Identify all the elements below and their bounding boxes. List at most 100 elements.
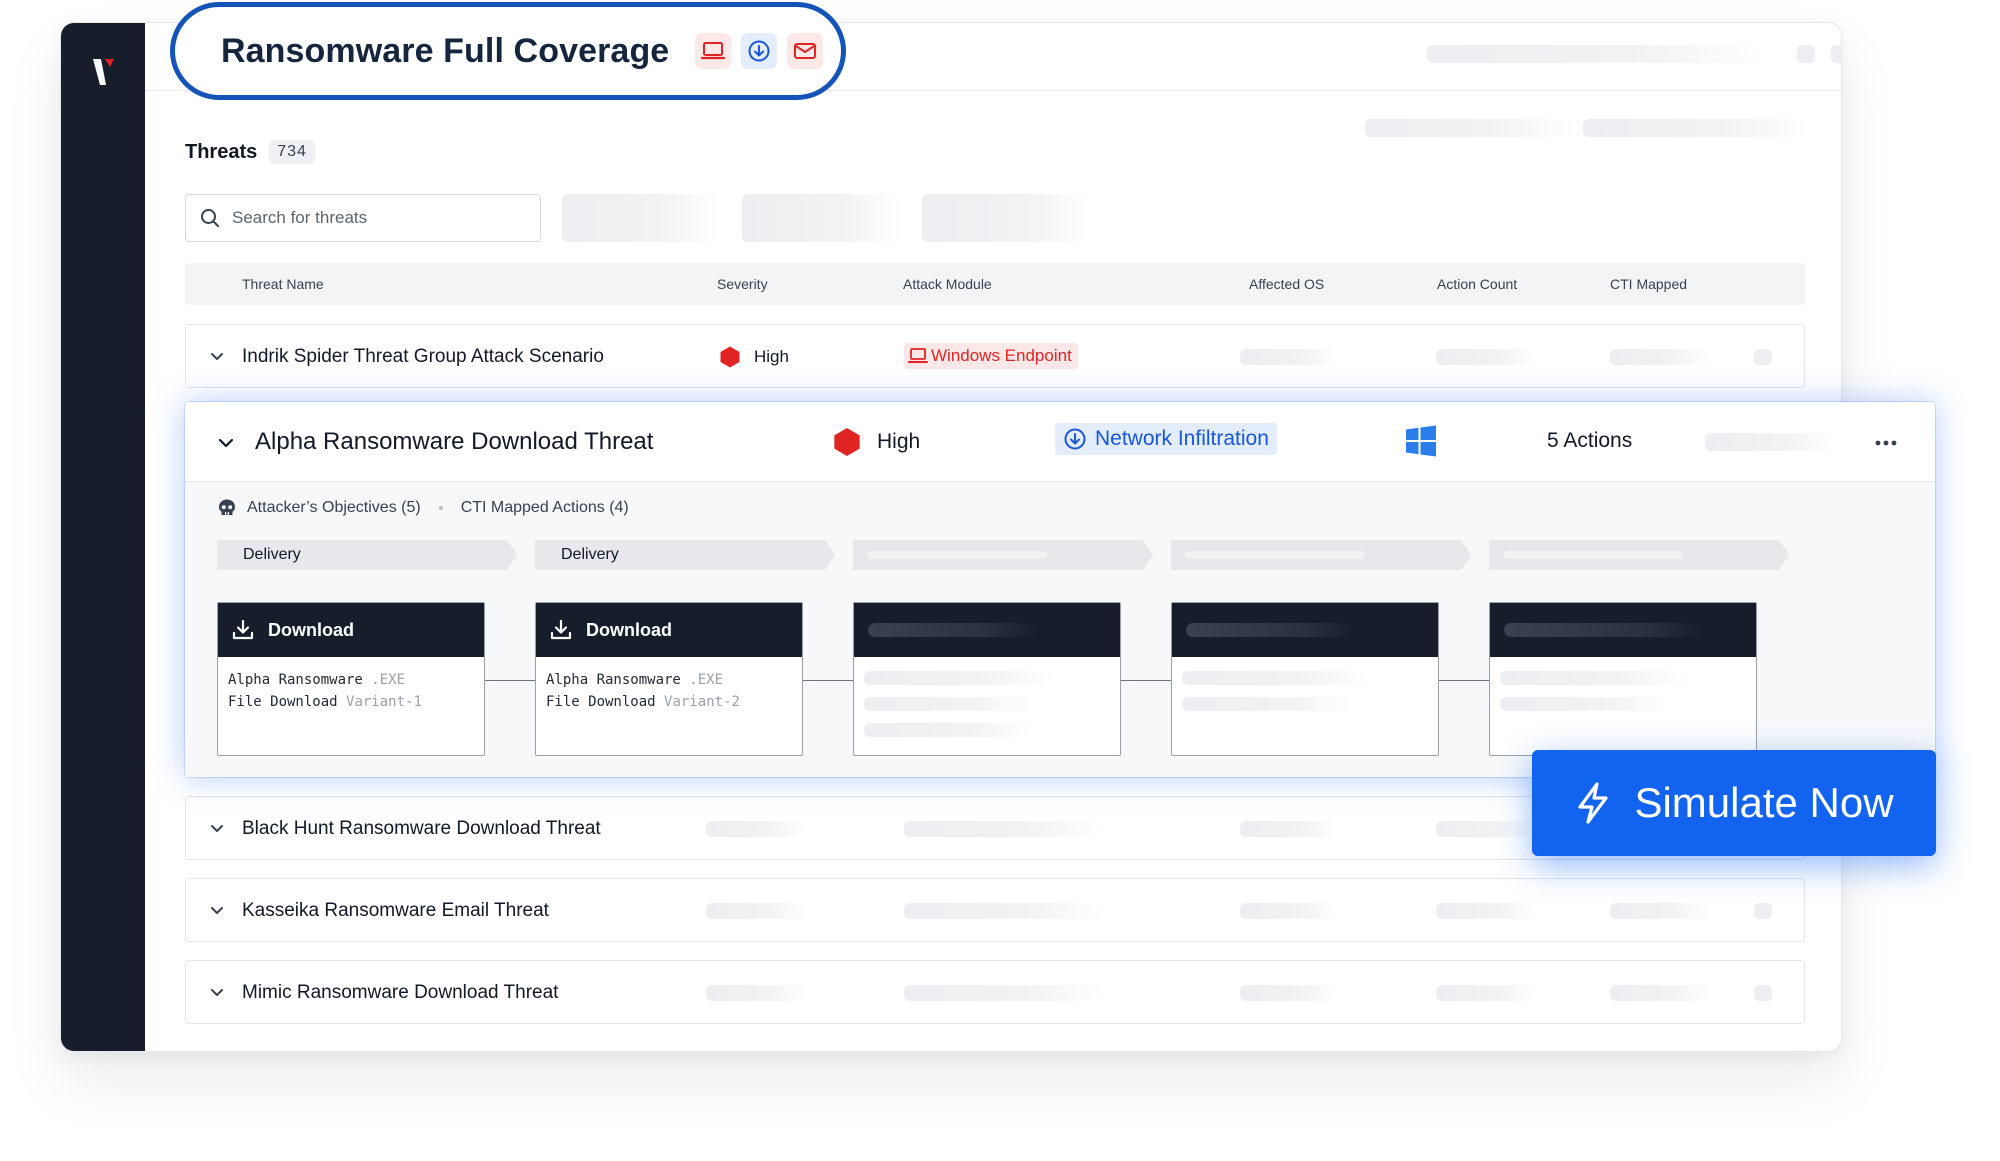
- affected-os-placeholder: [1240, 985, 1340, 1001]
- topbar-placeholder-icon: [1831, 45, 1841, 63]
- filter-dropdown-placeholder[interactable]: [562, 194, 722, 242]
- table-row[interactable]: Mimic Ransomware Download Threat: [185, 960, 1805, 1024]
- header-skeleton: [868, 623, 1038, 637]
- attack-module-label: Network Infiltration: [1095, 427, 1269, 450]
- download-icon: [232, 619, 254, 640]
- attackers-objectives-link[interactable]: Attacker’s Objectives (5): [247, 499, 421, 517]
- skull-icon: [219, 499, 235, 515]
- threat-name: Alpha Ransomware Download Threat: [255, 428, 654, 455]
- topbar-placeholder-icon: [1797, 45, 1815, 63]
- threat-name: Kasseika Ransomware Email Threat: [242, 900, 549, 921]
- attack-module-placeholder: [904, 985, 1104, 1001]
- sidebar: [61, 23, 145, 1051]
- action-count: 5 Actions: [1547, 429, 1633, 452]
- body-skeleton: [854, 657, 1120, 751]
- column-header-severity[interactable]: Severity: [717, 276, 768, 292]
- coverage-title-pill: Ransomware Full Coverage: [170, 2, 846, 100]
- more-options-icon[interactable]: [1875, 440, 1897, 446]
- header-skeleton: [1186, 623, 1356, 637]
- cti-mapped-placeholder: [1610, 985, 1710, 1001]
- chevron-down-icon[interactable]: [208, 819, 226, 837]
- severity-placeholder: [706, 903, 806, 919]
- stage-arrow-shape: [1489, 540, 1789, 570]
- action-node-text-muted: Variant-2: [664, 694, 740, 710]
- threat-name: Indrik Spider Threat Group Attack Scenar…: [242, 346, 604, 367]
- severity-placeholder: [706, 821, 806, 837]
- threat-name: Black Hunt Ransomware Download Threat: [242, 818, 601, 839]
- cti-mapped-placeholder: [1705, 433, 1835, 451]
- attack-module-placeholder: [904, 903, 1104, 919]
- column-header-threat-name[interactable]: Threat Name: [242, 276, 324, 292]
- filter-dropdown-placeholder[interactable]: [742, 194, 902, 242]
- topbar-placeholder: [1427, 45, 1767, 63]
- severity-hexagon-icon: [834, 428, 860, 456]
- action-node[interactable]: Download Alpha Ransomware .EXE File Down…: [217, 602, 485, 756]
- filter-dropdown-placeholder[interactable]: [922, 194, 1092, 242]
- action-node-placeholder[interactable]: [853, 602, 1121, 756]
- action-count-placeholder: [1436, 349, 1536, 365]
- attack-flow-meta: Attacker’s Objectives (5) CTI Mapped Act…: [217, 498, 629, 518]
- threats-label: Threats: [185, 140, 258, 163]
- cti-mapped-placeholder: [1610, 349, 1710, 365]
- action-count-placeholder: [1436, 821, 1536, 837]
- severity-label: High: [754, 347, 789, 366]
- column-header-cti-mapped[interactable]: CTI Mapped: [1610, 276, 1687, 292]
- stage-arrow-placeholder: [853, 540, 1153, 570]
- title-icon-group: [695, 33, 824, 69]
- action-node-header: [1172, 603, 1438, 657]
- column-header-affected-os[interactable]: Affected OS: [1249, 276, 1324, 292]
- action-node-text-muted: Variant-1: [346, 694, 422, 710]
- flow-connector: [803, 680, 853, 681]
- action-node-text: Alpha Ransomware: [228, 672, 363, 688]
- body-skeleton: [1172, 657, 1438, 725]
- windows-icon: [1406, 425, 1436, 457]
- body-skeleton: [1490, 657, 1756, 725]
- stage-label: Delivery: [243, 546, 301, 563]
- action-node-text: File Download: [546, 694, 656, 710]
- search-icon: [201, 209, 219, 227]
- row-menu-placeholder: [1754, 985, 1772, 1001]
- severity-cell: High: [831, 426, 920, 458]
- attack-module-label: Windows Endpoint: [931, 346, 1072, 365]
- cti-mapped-actions-link[interactable]: CTI Mapped Actions (4): [461, 499, 629, 517]
- action-node-title: Download: [268, 619, 354, 640]
- download-circle-icon: [1064, 428, 1086, 450]
- column-header-action-count[interactable]: Action Count: [1437, 276, 1517, 292]
- chevron-down-icon[interactable]: [215, 432, 237, 454]
- chevron-down-icon[interactable]: [208, 901, 226, 919]
- search-box[interactable]: [185, 194, 541, 242]
- action-node-body: Alpha Ransomware .EXE File Download Vari…: [536, 657, 802, 725]
- cti-mapped-placeholder: [1610, 903, 1710, 919]
- email-icon[interactable]: [787, 33, 824, 69]
- action-node-text-muted: .EXE: [689, 672, 724, 688]
- table-row[interactable]: Indrik Spider Threat Group Attack Scenar…: [185, 324, 1805, 388]
- attack-module-placeholder: [904, 821, 1104, 837]
- laptop-icon: [908, 348, 928, 363]
- severity-label: High: [877, 430, 921, 453]
- stage-arrow-placeholder: [1489, 540, 1789, 570]
- severity-cell: High: [718, 345, 789, 369]
- action-count-placeholder: [1436, 985, 1536, 1001]
- flow-connector: [485, 680, 535, 681]
- threats-header: Threats 734: [185, 140, 315, 164]
- affected-os-placeholder: [1240, 903, 1340, 919]
- action-node-placeholder[interactable]: [1171, 602, 1439, 756]
- severity-hexagon-icon: [720, 346, 740, 368]
- simulate-now-button[interactable]: Simulate Now: [1532, 750, 1936, 856]
- brand-logo-icon[interactable]: [90, 55, 116, 89]
- table-row[interactable]: Kasseika Ransomware Email Threat: [185, 878, 1805, 942]
- column-header-attack-module[interactable]: Attack Module: [903, 276, 992, 292]
- expanded-threat-header[interactable]: Alpha Ransomware Download Threat High Ne…: [185, 402, 1935, 482]
- affected-os-placeholder: [1240, 821, 1340, 837]
- search-input[interactable]: [232, 208, 512, 228]
- page-title: Ransomware Full Coverage: [221, 31, 670, 70]
- attack-module-badge: Windows Endpoint: [904, 343, 1078, 369]
- row-menu-placeholder: [1754, 903, 1772, 919]
- download-circle-icon[interactable]: [741, 33, 778, 69]
- chevron-down-icon[interactable]: [208, 983, 226, 1001]
- chevron-down-icon[interactable]: [208, 347, 226, 365]
- simulate-now-label: Simulate Now: [1634, 779, 1894, 826]
- action-node-placeholder[interactable]: [1489, 602, 1757, 756]
- laptop-icon[interactable]: [695, 33, 732, 69]
- action-node[interactable]: Download Alpha Ransomware .EXE File Down…: [535, 602, 803, 756]
